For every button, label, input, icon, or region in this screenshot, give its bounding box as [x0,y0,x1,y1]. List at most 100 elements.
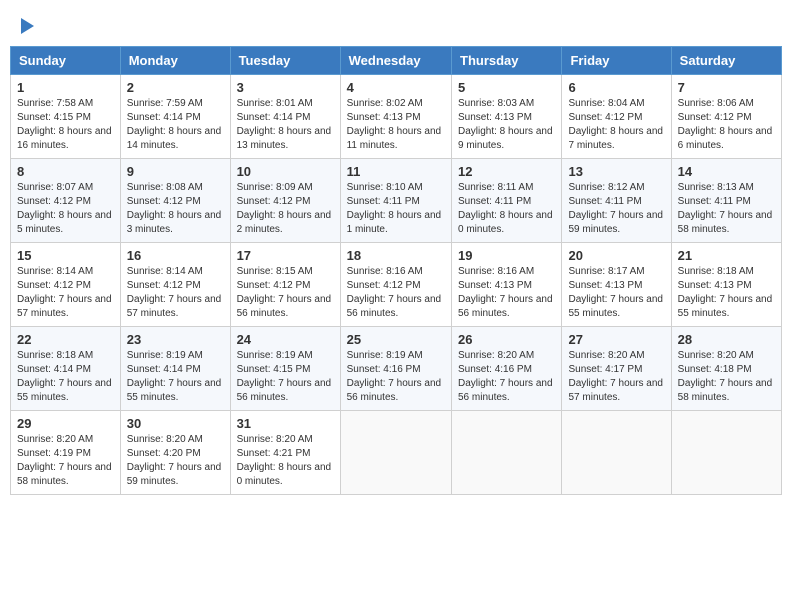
cell-info: Sunrise: 8:17 AM Sunset: 4:13 PM Dayligh… [568,265,664,321]
day-number: 9 [127,164,224,179]
cell-info: Sunrise: 8:04 AM Sunset: 4:12 PM Dayligh… [568,97,664,153]
day-number: 3 [237,80,334,95]
calendar-cell: 8 Sunrise: 8:07 AM Sunset: 4:12 PM Daylig… [11,159,121,243]
day-number: 18 [347,248,445,263]
calendar-cell [562,411,671,495]
calendar-cell: 26 Sunrise: 8:20 AM Sunset: 4:16 PM Dayli… [452,327,562,411]
calendar-week-row: 22 Sunrise: 8:18 AM Sunset: 4:14 PM Dayli… [11,327,782,411]
calendar-cell: 12 Sunrise: 8:11 AM Sunset: 4:11 PM Dayli… [452,159,562,243]
cell-info: Sunrise: 8:15 AM Sunset: 4:12 PM Dayligh… [237,265,334,321]
weekday-header-thursday: Thursday [452,47,562,75]
weekday-header-saturday: Saturday [671,47,781,75]
logo [20,20,34,36]
weekday-header-wednesday: Wednesday [340,47,451,75]
cell-info: Sunrise: 7:59 AM Sunset: 4:14 PM Dayligh… [127,97,224,153]
calendar-cell [452,411,562,495]
cell-info: Sunrise: 8:16 AM Sunset: 4:13 PM Dayligh… [458,265,555,321]
cell-info: Sunrise: 8:07 AM Sunset: 4:12 PM Dayligh… [17,181,114,237]
day-number: 28 [678,332,775,347]
calendar-header-row: SundayMondayTuesdayWednesdayThursdayFrid… [11,47,782,75]
day-number: 12 [458,164,555,179]
calendar-cell: 2 Sunrise: 7:59 AM Sunset: 4:14 PM Daylig… [120,75,230,159]
calendar-table: SundayMondayTuesdayWednesdayThursdayFrid… [10,46,782,495]
calendar-cell: 13 Sunrise: 8:12 AM Sunset: 4:11 PM Dayli… [562,159,671,243]
calendar-cell: 9 Sunrise: 8:08 AM Sunset: 4:12 PM Daylig… [120,159,230,243]
cell-info: Sunrise: 8:16 AM Sunset: 4:12 PM Dayligh… [347,265,445,321]
cell-info: Sunrise: 8:12 AM Sunset: 4:11 PM Dayligh… [568,181,664,237]
day-number: 20 [568,248,664,263]
calendar-cell: 25 Sunrise: 8:19 AM Sunset: 4:16 PM Dayli… [340,327,451,411]
calendar-cell: 5Sunrise: 8:03 AM Sunset: 4:13 PM Daylig… [452,75,562,159]
calendar-cell: 30Sunrise: 8:20 AM Sunset: 4:20 PM Dayli… [120,411,230,495]
day-number: 21 [678,248,775,263]
cell-info: Sunrise: 8:20 AM Sunset: 4:16 PM Dayligh… [458,349,555,405]
day-number: 31 [237,416,334,431]
calendar-cell [671,411,781,495]
calendar-cell: 14 Sunrise: 8:13 AM Sunset: 4:11 PM Dayli… [671,159,781,243]
calendar-cell: 29Sunrise: 8:20 AM Sunset: 4:19 PM Dayli… [11,411,121,495]
day-number: 22 [17,332,114,347]
cell-info: Sunrise: 8:06 AM Sunset: 4:12 PM Dayligh… [678,97,775,153]
calendar-cell: 16 Sunrise: 8:14 AM Sunset: 4:12 PM Dayli… [120,243,230,327]
calendar-cell: 20 Sunrise: 8:17 AM Sunset: 4:13 PM Dayli… [562,243,671,327]
cell-info: Sunrise: 8:19 AM Sunset: 4:15 PM Dayligh… [237,349,334,405]
calendar-cell: 4 Sunrise: 8:02 AM Sunset: 4:13 PM Daylig… [340,75,451,159]
cell-info: Sunrise: 8:02 AM Sunset: 4:13 PM Dayligh… [347,97,445,153]
calendar-cell [340,411,451,495]
cell-info: Sunrise: 8:11 AM Sunset: 4:11 PM Dayligh… [458,181,555,237]
calendar-cell: 27Sunrise: 8:20 AM Sunset: 4:17 PM Dayli… [562,327,671,411]
day-number: 16 [127,248,224,263]
day-number: 13 [568,164,664,179]
calendar-cell: 24Sunrise: 8:19 AM Sunset: 4:15 PM Dayli… [230,327,340,411]
cell-info: Sunrise: 8:18 AM Sunset: 4:13 PM Dayligh… [678,265,775,321]
calendar-cell: 6 Sunrise: 8:04 AM Sunset: 4:12 PM Daylig… [562,75,671,159]
calendar-cell: 3 Sunrise: 8:01 AM Sunset: 4:14 PM Daylig… [230,75,340,159]
cell-info: Sunrise: 8:08 AM Sunset: 4:12 PM Dayligh… [127,181,224,237]
calendar-cell: 11 Sunrise: 8:10 AM Sunset: 4:11 PM Dayli… [340,159,451,243]
day-number: 14 [678,164,775,179]
calendar-week-row: 1Sunrise: 7:58 AM Sunset: 4:15 PM Daylig… [11,75,782,159]
day-number: 1 [17,80,114,95]
calendar-cell: 23 Sunrise: 8:19 AM Sunset: 4:14 PM Dayli… [120,327,230,411]
cell-info: Sunrise: 8:10 AM Sunset: 4:11 PM Dayligh… [347,181,445,237]
cell-info: Sunrise: 8:13 AM Sunset: 4:11 PM Dayligh… [678,181,775,237]
logo-triangle-icon [21,18,34,34]
calendar-cell: 1Sunrise: 7:58 AM Sunset: 4:15 PM Daylig… [11,75,121,159]
cell-info: Sunrise: 8:20 AM Sunset: 4:19 PM Dayligh… [17,433,114,489]
calendar-cell: 21 Sunrise: 8:18 AM Sunset: 4:13 PM Dayli… [671,243,781,327]
calendar-cell: 7 Sunrise: 8:06 AM Sunset: 4:12 PM Daylig… [671,75,781,159]
day-number: 5 [458,80,555,95]
cell-info: Sunrise: 8:20 AM Sunset: 4:18 PM Dayligh… [678,349,775,405]
day-number: 30 [127,416,224,431]
weekday-header-monday: Monday [120,47,230,75]
cell-info: Sunrise: 8:14 AM Sunset: 4:12 PM Dayligh… [127,265,224,321]
calendar-body: 1Sunrise: 7:58 AM Sunset: 4:15 PM Daylig… [11,75,782,495]
day-number: 8 [17,164,114,179]
day-number: 10 [237,164,334,179]
cell-info: Sunrise: 8:19 AM Sunset: 4:14 PM Dayligh… [127,349,224,405]
day-number: 2 [127,80,224,95]
cell-info: Sunrise: 8:20 AM Sunset: 4:21 PM Dayligh… [237,433,334,489]
calendar-cell: 22 Sunrise: 8:18 AM Sunset: 4:14 PM Dayli… [11,327,121,411]
cell-info: Sunrise: 8:18 AM Sunset: 4:14 PM Dayligh… [17,349,114,405]
calendar-cell: 15Sunrise: 8:14 AM Sunset: 4:12 PM Dayli… [11,243,121,327]
cell-info: Sunrise: 8:01 AM Sunset: 4:14 PM Dayligh… [237,97,334,153]
cell-info: Sunrise: 8:19 AM Sunset: 4:16 PM Dayligh… [347,349,445,405]
calendar-cell: 28 Sunrise: 8:20 AM Sunset: 4:18 PM Dayli… [671,327,781,411]
page-header [10,10,782,41]
calendar-cell: 17Sunrise: 8:15 AM Sunset: 4:12 PM Dayli… [230,243,340,327]
day-number: 11 [347,164,445,179]
weekday-header-tuesday: Tuesday [230,47,340,75]
day-number: 6 [568,80,664,95]
day-number: 7 [678,80,775,95]
calendar-cell: 31 Sunrise: 8:20 AM Sunset: 4:21 PM Dayli… [230,411,340,495]
day-number: 4 [347,80,445,95]
day-number: 26 [458,332,555,347]
calendar-week-row: 15Sunrise: 8:14 AM Sunset: 4:12 PM Dayli… [11,243,782,327]
day-number: 23 [127,332,224,347]
day-number: 25 [347,332,445,347]
cell-info: Sunrise: 8:09 AM Sunset: 4:12 PM Dayligh… [237,181,334,237]
cell-info: Sunrise: 8:20 AM Sunset: 4:17 PM Dayligh… [568,349,664,405]
cell-info: Sunrise: 8:14 AM Sunset: 4:12 PM Dayligh… [17,265,114,321]
day-number: 19 [458,248,555,263]
